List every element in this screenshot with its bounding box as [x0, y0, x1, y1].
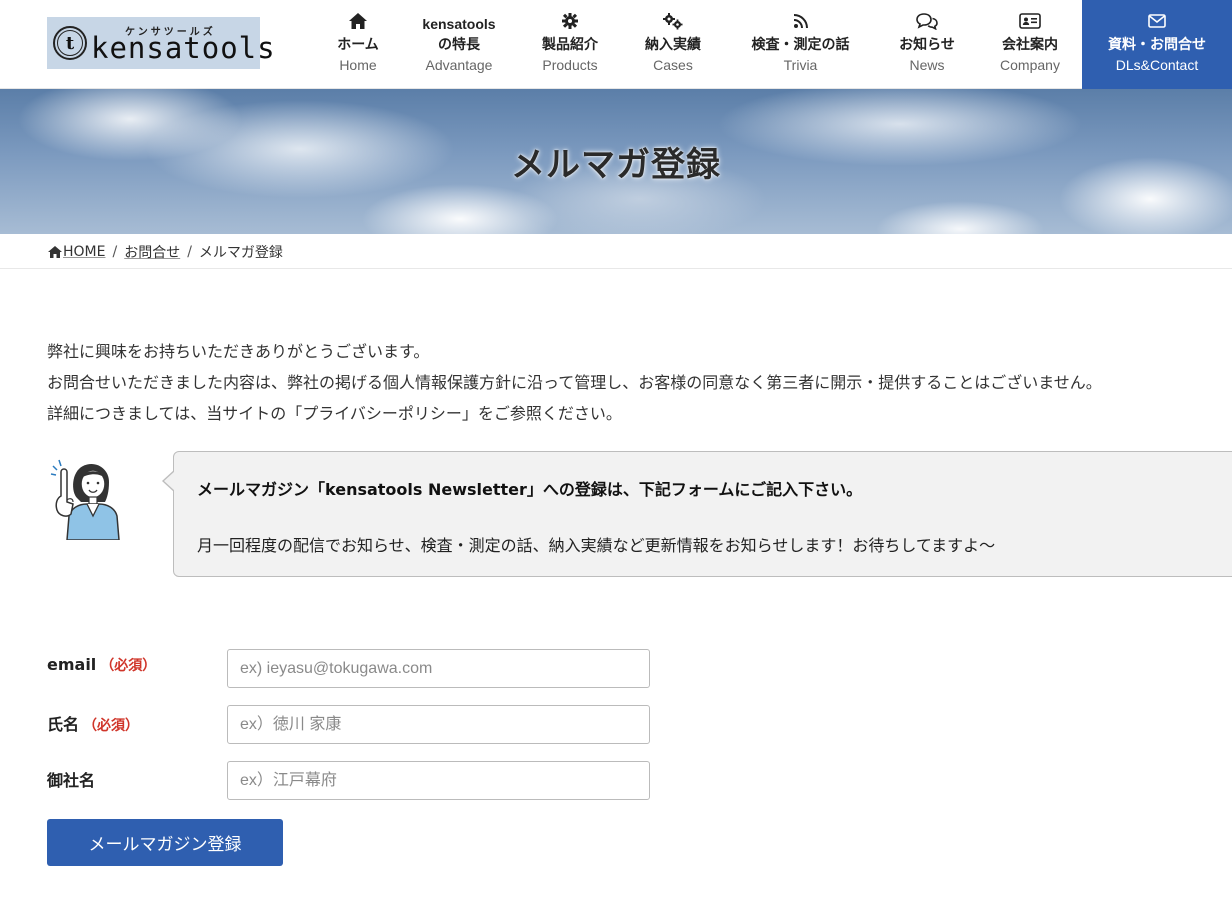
nav-label-en: Products	[542, 57, 598, 73]
nav-label-en: Company	[1000, 57, 1060, 73]
nav-label-ja: お知らせ	[899, 37, 955, 53]
site-header: t ケンサツールズ kensatools ホーム Home kensatools…	[0, 0, 1232, 89]
breadcrumb-separator: /	[112, 244, 118, 260]
intro-text: 弊社に興味をお持ちいただきありがとうございます。 お問合せいただきました内容は、…	[47, 336, 1102, 429]
nav-label-ja: 会社案内	[1002, 37, 1058, 53]
nav-label-ja: の特長	[438, 37, 480, 53]
id-card-icon	[990, 12, 1070, 30]
site-logo[interactable]: t ケンサツールズ kensatools	[47, 17, 275, 69]
nav-label-line1: kensatools	[422, 16, 496, 32]
home-icon	[328, 12, 388, 30]
gears-icon	[633, 12, 713, 30]
breadcrumb-divider	[0, 268, 1232, 269]
intro-line: 詳細につきましては、当サイトの「プライバシーポリシー」をご参照ください。	[47, 404, 622, 423]
required-badge: （必須）	[83, 718, 140, 734]
envelope-icon	[1082, 12, 1232, 30]
nav-item-contact[interactable]: 資料・お問合せ DLs&Contact	[1082, 0, 1232, 89]
hero-banner: メルマガ登録	[0, 89, 1232, 234]
nav-label-en: Trivia	[783, 57, 818, 73]
email-label: email （必須）	[47, 655, 157, 674]
logo-text: kensatools	[91, 31, 276, 65]
gear-icon	[530, 12, 610, 30]
staff-avatar	[47, 452, 133, 541]
nav-label-ja: 納入実績	[645, 37, 701, 53]
company-field[interactable]	[227, 761, 650, 800]
nav-item-trivia[interactable]: 検査・測定の話 Trivia	[738, 0, 863, 89]
nav-item-home[interactable]: ホーム Home	[328, 0, 388, 89]
newsletter-submit-button[interactable]: メールマガジン登録	[47, 819, 283, 866]
nav-label-ja: 製品紹介	[542, 37, 598, 53]
nav-label-en: News	[909, 57, 945, 73]
rss-icon	[738, 12, 863, 30]
intro-line: 弊社に興味をお持ちいただきありがとうございます。	[47, 342, 430, 361]
breadcrumb-home-link[interactable]: HOME	[63, 244, 105, 260]
nav-label-ja: ホーム	[337, 37, 379, 53]
nav-label-ja: 資料・お問合せ	[1108, 37, 1206, 53]
nav-item-cases[interactable]: 納入実績 Cases	[633, 0, 713, 89]
nav-label-en: DLs&Contact	[1115, 57, 1199, 73]
intro-line: お問合せいただきました内容は、弊社の掲げる個人情報保護方針に沿って管理し、お客様…	[47, 373, 1102, 392]
nav-item-products[interactable]: 製品紹介 Products	[530, 0, 610, 89]
nav-item-company[interactable]: 会社案内 Company	[990, 0, 1070, 89]
breadcrumb-current: メルマガ登録	[198, 245, 283, 261]
breadcrumb-contact-link[interactable]: お問合せ	[124, 242, 180, 262]
speech-bubble: メールマガジン「kensatools Newsletter」への登録は、下記フォ…	[162, 451, 1232, 577]
speech-text: 月一回程度の配信でお知らせ、検査・測定の話、納入実績など更新情報をお知らせします…	[197, 536, 996, 555]
company-label: 御社名	[47, 771, 96, 790]
page-title: メルマガ登録	[511, 145, 721, 185]
name-label: 氏名 （必須）	[47, 715, 140, 734]
nav-item-news[interactable]: お知らせ News	[888, 0, 966, 89]
chat-icon	[888, 12, 966, 30]
nav-label-en: Home	[339, 57, 377, 73]
home-icon	[48, 246, 62, 258]
email-field[interactable]	[227, 649, 650, 688]
nav-label-en: Advantage	[425, 57, 493, 73]
breadcrumb-separator: /	[187, 244, 192, 260]
breadcrumb: HOME / お問合せ / メルマガ登録	[47, 242, 283, 262]
required-badge: （必須）	[100, 658, 157, 674]
speech-headline: メールマガジン「kensatools Newsletter」への登録は、下記フォ…	[197, 480, 863, 499]
nav-label-ja: 検査・測定の話	[751, 37, 850, 53]
name-field[interactable]	[227, 705, 650, 744]
nav-item-advantage[interactable]: kensatools の特長 Advantage	[414, 0, 504, 89]
logo-mark-icon: t	[53, 26, 87, 60]
nav-label-en: Cases	[653, 57, 693, 73]
